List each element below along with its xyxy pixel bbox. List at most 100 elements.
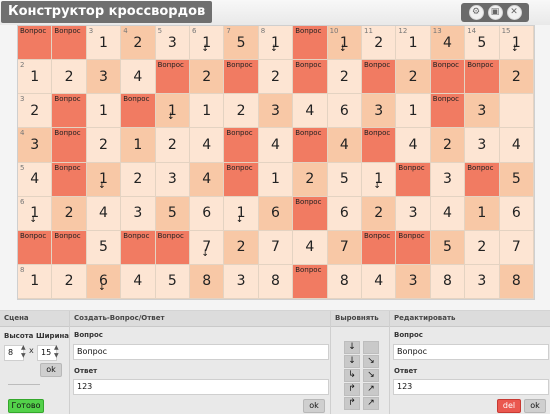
letter-cell[interactable]: 2 <box>499 60 534 95</box>
align-arrow-button[interactable]: ↱ <box>344 383 360 396</box>
letter-cell[interactable]: 7 <box>327 230 362 265</box>
question-cell[interactable]: Вопрос <box>52 94 87 129</box>
letter-cell[interactable]: 2 <box>224 94 259 129</box>
letter-cell[interactable]: 6 <box>258 196 294 231</box>
align-arrow-button[interactable]: ↓ <box>344 355 360 368</box>
letter-cell[interactable]: 8 <box>190 264 225 299</box>
letter-cell[interactable]: 3 <box>86 60 122 95</box>
letter-cell[interactable]: 2 <box>396 60 431 95</box>
letter-cell[interactable]: 4 <box>258 128 294 163</box>
letter-cell[interactable]: 4 <box>396 128 431 163</box>
letter-cell[interactable]: 1 <box>465 196 500 231</box>
question-cell[interactable]: Вопрос <box>224 128 259 163</box>
question-cell[interactable]: Вопрос <box>396 230 431 265</box>
letter-cell[interactable]: 5 <box>155 196 190 231</box>
question-cell[interactable]: Вопрос <box>465 60 500 95</box>
letter-cell[interactable]: 5 <box>327 162 362 197</box>
letter-cell[interactable]: 18 <box>18 264 53 299</box>
letter-cell[interactable]: 1 10 ↓ <box>327 26 362 61</box>
question-cell[interactable]: Вопрос <box>430 60 466 95</box>
letter-cell[interactable]: 4 <box>190 128 225 163</box>
question-cell[interactable]: Вопрос <box>396 162 431 197</box>
letter-cell[interactable]: 2 <box>52 196 87 231</box>
letter-cell[interactable]: 2 <box>327 60 362 95</box>
letter-cell[interactable]: 2 <box>293 162 328 197</box>
letter-cell[interactable]: 4 <box>362 264 397 299</box>
letter-cell[interactable]: 1 ↓ <box>362 162 397 197</box>
edit-ok-button[interactable]: ok <box>524 399 546 413</box>
letter-cell[interactable]: 1 <box>396 94 431 129</box>
letter-cell[interactable]: 4 13 <box>430 26 466 61</box>
letter-cell[interactable]: 1 <box>86 94 122 129</box>
question-cell[interactable]: Вопрос <box>52 128 87 163</box>
letter-cell[interactable]: 7 ↓ <box>190 230 225 265</box>
letter-cell[interactable]: 1 ↓ <box>155 94 190 129</box>
letter-cell[interactable]: 3 <box>465 128 500 163</box>
question-cell[interactable]: Вопрос <box>18 26 53 61</box>
letter-cell[interactable]: 2 <box>52 264 87 299</box>
letter-cell[interactable]: 7 <box>258 230 294 265</box>
letter-cell[interactable]: 2 <box>430 128 466 163</box>
question-cell[interactable]: Вопрос <box>293 60 328 95</box>
question-cell[interactable]: Вопрос <box>155 60 190 95</box>
question-cell[interactable]: Вопрос <box>362 60 397 95</box>
answer-input[interactable]: 123 <box>73 379 329 395</box>
letter-cell[interactable]: 2 <box>190 60 225 95</box>
question-cell[interactable]: Вопрос <box>430 94 466 129</box>
align-arrow-button[interactable] <box>363 341 379 354</box>
letter-cell[interactable]: 34 <box>18 128 53 163</box>
letter-cell[interactable]: 23 <box>18 94 53 129</box>
question-cell[interactable]: Вопрос <box>224 60 259 95</box>
letter-cell[interactable]: 12 <box>18 60 53 95</box>
letter-cell[interactable]: 4 <box>121 60 156 95</box>
question-cell[interactable]: Вопрос <box>155 230 190 265</box>
question-cell[interactable]: Вопрос <box>121 94 156 129</box>
letter-cell[interactable]: 8 <box>327 264 362 299</box>
letter-cell[interactable]: 2 <box>362 196 397 231</box>
letter-cell[interactable]: 3 <box>465 94 500 129</box>
letter-cell[interactable]: 2 <box>86 128 122 163</box>
question-cell[interactable]: Вопрос <box>362 128 397 163</box>
question-cell[interactable]: Вопрос <box>293 26 328 61</box>
letter-cell[interactable]: 5 14 <box>465 26 500 61</box>
create-ok-button[interactable]: ok <box>303 399 325 413</box>
letter-cell[interactable]: 2 <box>224 230 259 265</box>
delete-button[interactable]: del <box>497 399 521 413</box>
settings-icon[interactable]: ⚙ <box>468 5 484 20</box>
letter-cell[interactable]: 3 <box>396 196 431 231</box>
letter-cell[interactable]: 6 <box>499 196 534 231</box>
letter-cell[interactable]: 57 <box>224 26 259 61</box>
align-arrow-button[interactable]: ↘ <box>363 369 379 382</box>
letter-cell[interactable]: 4 <box>121 264 156 299</box>
letter-cell[interactable]: 35 <box>155 26 190 61</box>
letter-cell[interactable]: 3 <box>465 264 500 299</box>
question-cell[interactable]: Вопрос <box>52 162 87 197</box>
align-arrow-button[interactable]: ↘ <box>363 355 379 368</box>
question-cell[interactable]: Вопрос <box>52 230 87 265</box>
align-arrow-button[interactable]: ↗ <box>363 397 379 410</box>
letter-cell[interactable]: 8 <box>430 264 466 299</box>
letter-cell[interactable]: 3 <box>155 162 190 197</box>
letter-cell[interactable]: 4 <box>190 162 225 197</box>
letter-cell[interactable]: 5 <box>430 230 466 265</box>
question-cell[interactable]: Вопрос <box>465 162 500 197</box>
question-cell[interactable]: Вопрос <box>293 196 328 231</box>
question-cell[interactable]: Вопрос <box>121 230 156 265</box>
letter-cell[interactable]: 1 ↓ <box>224 196 259 231</box>
letter-cell[interactable]: 2 <box>258 60 294 95</box>
letter-cell[interactable]: 1 12 <box>396 26 431 61</box>
letter-cell[interactable]: 1 <box>190 94 225 129</box>
letter-cell[interactable] <box>499 94 534 129</box>
letter-cell[interactable]: 4 <box>430 196 466 231</box>
letter-cell[interactable]: 5 <box>86 230 122 265</box>
letter-cell[interactable]: 13 <box>86 26 122 61</box>
letter-cell[interactable]: 1 <box>121 128 156 163</box>
letter-cell[interactable]: 3 <box>258 94 294 129</box>
letter-cell[interactable]: 1 ↓ <box>86 162 122 197</box>
scene-ok-button[interactable]: ok <box>40 363 62 377</box>
align-arrow-button[interactable]: ↱ <box>344 397 360 410</box>
letter-cell[interactable]: 1 15 ↓ <box>499 26 534 61</box>
letter-cell[interactable]: 6 <box>190 196 225 231</box>
question-cell[interactable]: Вопрос <box>224 162 259 197</box>
letter-cell[interactable]: 1 <box>258 162 294 197</box>
